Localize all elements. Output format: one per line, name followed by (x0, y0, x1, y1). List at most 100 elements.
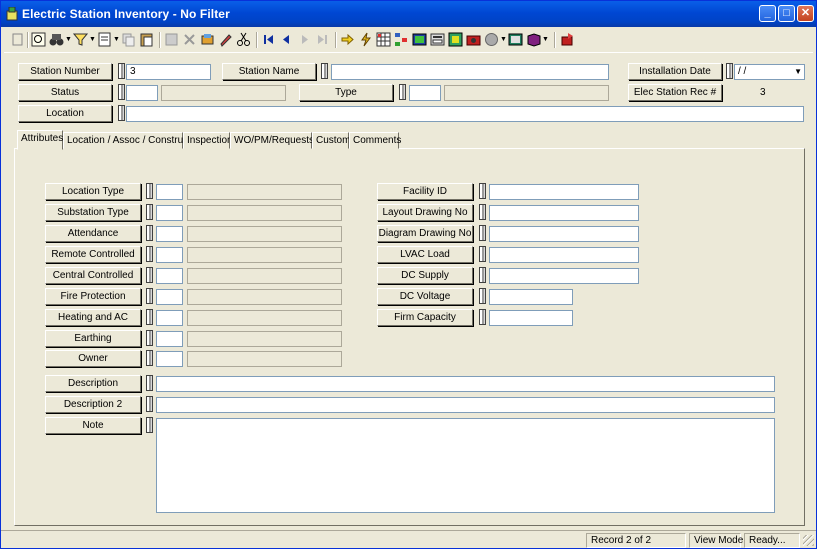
status-code-field[interactable] (126, 85, 158, 101)
firm-capacity-field[interactable] (489, 310, 573, 326)
field-marker (479, 309, 486, 325)
description-button[interactable]: Description (45, 375, 141, 392)
note-button[interactable]: Note (45, 417, 141, 434)
chevron-down-icon[interactable]: ▼ (113, 32, 120, 47)
globe-icon[interactable] (484, 32, 499, 47)
station-name-button[interactable]: Station Name (222, 63, 316, 80)
paste-icon[interactable] (139, 32, 154, 47)
next-record-icon[interactable] (297, 32, 312, 47)
exit-icon[interactable] (560, 32, 575, 47)
firm-capacity-button[interactable]: Firm Capacity (377, 309, 473, 326)
edit-icon[interactable] (200, 32, 215, 47)
chevron-down-icon[interactable]: ▼ (89, 32, 96, 47)
tab-comments[interactable]: Comments (349, 132, 401, 149)
dc-supply-field[interactable] (489, 268, 639, 284)
layout-drawing-no-button[interactable]: Layout Drawing No (377, 204, 473, 221)
chevron-down-icon[interactable]: ▼ (500, 32, 507, 47)
diagram-drawing-no-field[interactable] (489, 226, 639, 242)
heating-and-ac-button[interactable]: Heating and AC (45, 309, 141, 326)
heating-and-ac-field[interactable] (156, 310, 183, 326)
remote-controlled-field[interactable] (156, 247, 183, 263)
field-marker (118, 105, 125, 121)
note-field[interactable] (156, 418, 775, 513)
delete-icon[interactable] (182, 32, 197, 47)
menu-icon[interactable] (10, 32, 25, 47)
tab-location-assoc-construct[interactable]: Location / Assoc / Construct (63, 132, 191, 149)
help-icon[interactable] (526, 32, 541, 47)
book-icon[interactable] (508, 32, 523, 47)
field-marker (479, 267, 486, 283)
image-icon[interactable] (412, 32, 427, 47)
grid-icon[interactable] (376, 32, 391, 47)
central-controlled-button[interactable]: Central Controlled (45, 267, 141, 284)
station-name-field[interactable] (331, 64, 609, 80)
chevron-down-icon[interactable]: ▼ (794, 65, 802, 79)
dc-supply-button[interactable]: DC Supply (377, 267, 473, 284)
lvac-load-field[interactable] (489, 247, 639, 263)
layout-drawing-no-field[interactable] (489, 205, 639, 221)
installation-date-button[interactable]: Installation Date (628, 63, 722, 80)
status-button[interactable]: Status (18, 84, 112, 101)
diagram-drawing-no-button[interactable]: Diagram Drawing No (377, 225, 473, 242)
first-record-icon[interactable] (261, 32, 276, 47)
chevron-down-icon[interactable]: ▼ (542, 32, 549, 47)
earthing-field[interactable] (156, 331, 183, 347)
installation-date-field[interactable]: / / ▼ (734, 64, 805, 80)
camera-icon[interactable] (466, 32, 481, 47)
location-type-field[interactable] (156, 184, 183, 200)
station-number-field[interactable]: 3 (126, 64, 211, 80)
location-type-button[interactable]: Location Type (45, 183, 141, 200)
owner-button[interactable]: Owner (45, 350, 141, 367)
tab-attributes[interactable]: Attributes (17, 130, 63, 150)
description-field[interactable] (156, 376, 775, 392)
lvac-load-button[interactable]: LVAC Load (377, 246, 473, 263)
elec-station-rec-button[interactable]: Elec Station Rec # (628, 84, 722, 101)
substation-type-button[interactable]: Substation Type (45, 204, 141, 221)
type-code-field[interactable] (409, 85, 441, 101)
attendance-field[interactable] (156, 226, 183, 242)
goto-icon[interactable] (340, 32, 355, 47)
facility-id-field[interactable] (489, 184, 639, 200)
minimize-button[interactable]: _ (759, 5, 776, 22)
substation-type-field[interactable] (156, 205, 183, 221)
dc-voltage-field[interactable] (489, 289, 573, 305)
close-button[interactable]: ✕ (797, 5, 814, 22)
zoom-icon[interactable] (31, 32, 46, 47)
facility-id-button[interactable]: Facility ID (377, 183, 473, 200)
description-2-field[interactable] (156, 397, 775, 413)
remote-controlled-button[interactable]: Remote Controlled (45, 246, 141, 263)
tree-icon[interactable] (394, 32, 409, 47)
central-controlled-field[interactable] (156, 268, 183, 284)
station-number-button[interactable]: Station Number (18, 63, 112, 80)
tab-wo-pm-requests[interactable]: WO/PM/Requests (230, 132, 314, 149)
pencil-icon[interactable] (218, 32, 233, 47)
attendance-button[interactable]: Attendance (45, 225, 141, 242)
type-description-field (444, 85, 609, 101)
chevron-down-icon[interactable]: ▼ (65, 32, 72, 47)
location-field[interactable] (126, 106, 804, 122)
earthing-button[interactable]: Earthing (45, 330, 141, 347)
fire-protection-field[interactable] (156, 289, 183, 305)
copy-icon[interactable] (121, 32, 136, 47)
owner-field[interactable] (156, 351, 183, 367)
form-icon[interactable] (430, 32, 445, 47)
map-icon[interactable] (448, 32, 463, 47)
app-icon (6, 6, 18, 21)
cut-icon[interactable] (236, 32, 251, 47)
resize-grip-icon[interactable] (803, 535, 814, 546)
maximize-button[interactable]: □ (778, 5, 795, 22)
tab-inspection[interactable]: Inspection (183, 132, 233, 149)
save-icon[interactable] (164, 32, 179, 47)
report-icon[interactable] (97, 32, 112, 47)
type-button[interactable]: Type (299, 84, 393, 101)
dc-voltage-button[interactable]: DC Voltage (377, 288, 473, 305)
fire-protection-button[interactable]: Fire Protection (45, 288, 141, 305)
prev-record-icon[interactable] (279, 32, 294, 47)
tab-custom[interactable]: Custom (312, 132, 350, 149)
last-record-icon[interactable] (315, 32, 330, 47)
lightning-icon[interactable] (358, 32, 373, 47)
location-button[interactable]: Location (18, 105, 112, 122)
filter-icon[interactable] (73, 32, 88, 47)
description-2-button[interactable]: Description 2 (45, 396, 141, 413)
binoculars-icon[interactable] (49, 32, 64, 47)
